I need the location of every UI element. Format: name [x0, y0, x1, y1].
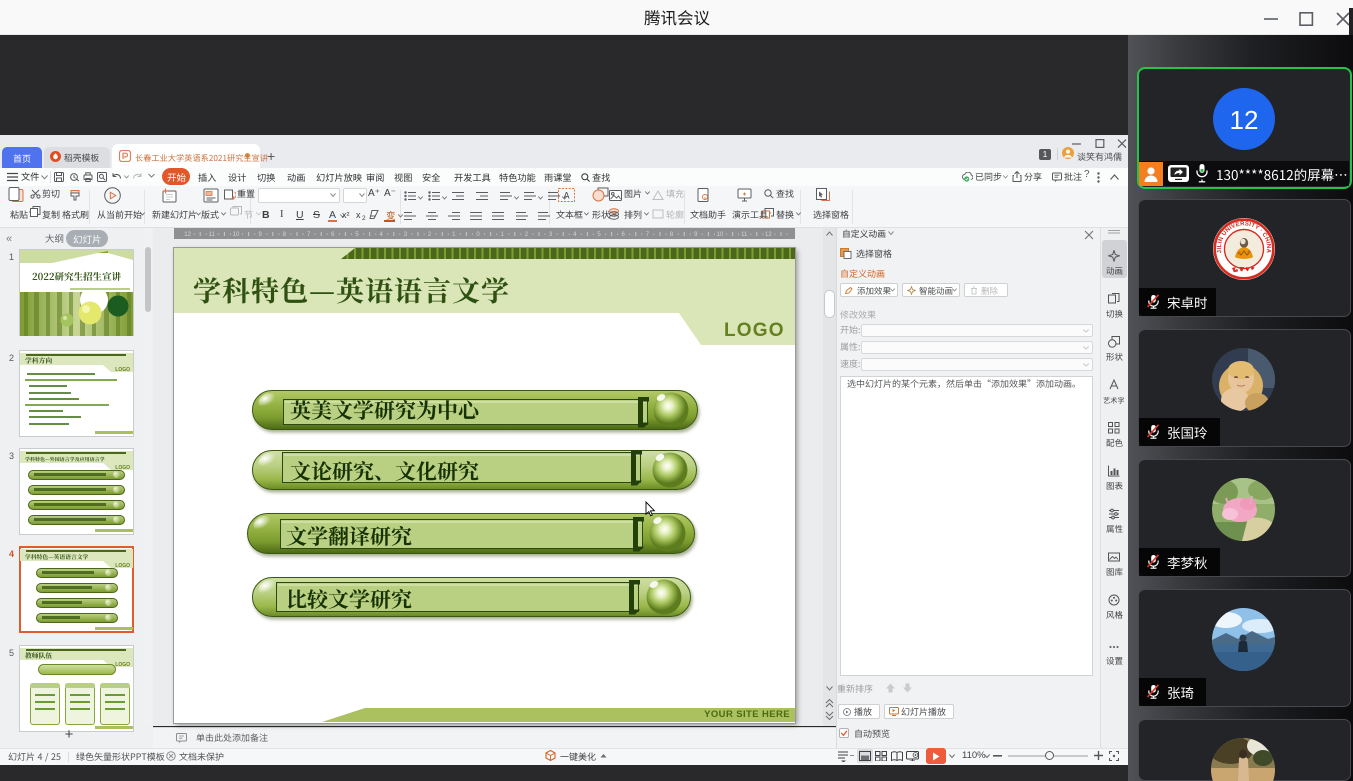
- svg-text:A: A: [563, 191, 569, 201]
- svg-text:11: 11: [741, 232, 748, 238]
- svg-text:10: 10: [717, 232, 724, 238]
- svg-text:LOGO: LOGO: [115, 563, 130, 568]
- svg-text:12: 12: [765, 232, 772, 238]
- svg-text:LOGO: LOGO: [115, 662, 130, 667]
- svg-text:11: 11: [209, 232, 216, 238]
- svg-text:12: 12: [184, 232, 191, 238]
- svg-text:10: 10: [233, 232, 240, 238]
- svg-text:LOGO: LOGO: [115, 367, 130, 372]
